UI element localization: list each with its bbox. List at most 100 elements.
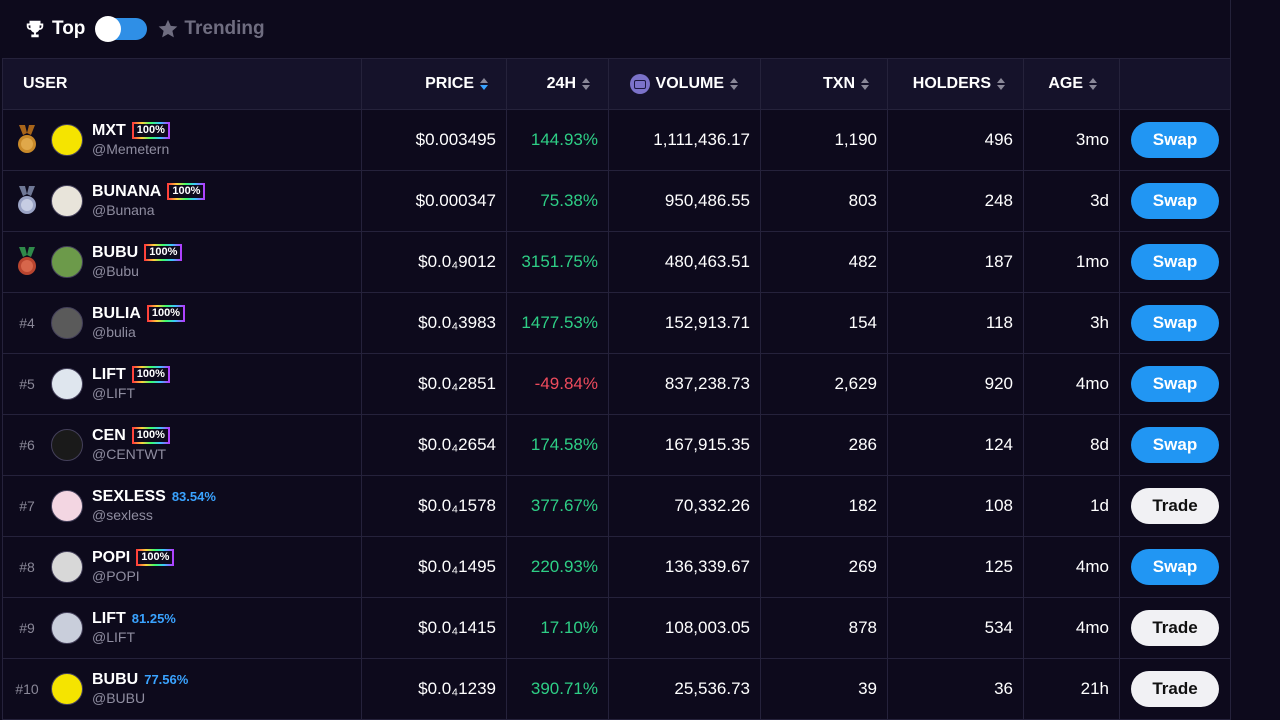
token-handle[interactable]: @sexless bbox=[92, 506, 216, 525]
age-cell: 1d bbox=[1023, 475, 1120, 537]
user-column-header[interactable]: USER bbox=[2, 58, 362, 110]
token-name[interactable]: SEXLESS bbox=[92, 487, 166, 506]
swap-button[interactable]: Swap bbox=[1131, 549, 1219, 585]
token-name[interactable]: POPI bbox=[92, 548, 130, 567]
progress-badge: 100% bbox=[167, 183, 206, 200]
volume-cell: 1,111,436.17 bbox=[608, 109, 761, 171]
holders-cell: 534 bbox=[887, 597, 1024, 659]
token-name[interactable]: BULIA bbox=[92, 304, 141, 323]
sort-icon bbox=[730, 78, 738, 90]
trade-button[interactable]: Trade bbox=[1131, 671, 1219, 707]
table-row[interactable]: #6 CEN 100% @CENTWT $0.0₄2654 174.58% 16… bbox=[2, 414, 1231, 476]
token-handle[interactable]: @Bunana bbox=[92, 201, 205, 220]
progress-badge: 100% bbox=[146, 305, 186, 322]
token-handle[interactable]: @POPI bbox=[92, 567, 174, 586]
volume-column-header[interactable]: VOLUME bbox=[608, 58, 761, 110]
progress-badge: 83.54% bbox=[171, 489, 216, 504]
table-row[interactable]: BUNANA 100% @Bunana $0.000347 75.38% 950… bbox=[2, 170, 1231, 232]
token-handle[interactable]: @CENTWT bbox=[92, 445, 170, 464]
token-handle[interactable]: @BUBU bbox=[92, 689, 188, 708]
table-row[interactable]: #7 SEXLESS 83.54% @sexless $0.0₄1578 377… bbox=[2, 475, 1231, 537]
user-cell: BUBU 100% @Bubu bbox=[2, 231, 362, 293]
swap-button[interactable]: Swap bbox=[1131, 427, 1219, 463]
top-trending-toggle[interactable] bbox=[95, 16, 148, 42]
avatar[interactable] bbox=[51, 368, 83, 400]
txn-cell: 803 bbox=[760, 170, 888, 232]
swap-button[interactable]: Swap bbox=[1131, 183, 1219, 219]
top-label: Top bbox=[52, 18, 86, 39]
price-cell: $0.0₄1239 bbox=[361, 658, 507, 720]
action-cell: Swap bbox=[1119, 231, 1231, 293]
sort-icon bbox=[1089, 78, 1097, 90]
sort-icon bbox=[997, 78, 1005, 90]
token-handle[interactable]: @bulia bbox=[92, 323, 185, 342]
token-name[interactable]: LIFT bbox=[92, 609, 126, 628]
token-name[interactable]: BUBU bbox=[92, 670, 138, 689]
progress-badge: 100% bbox=[131, 427, 170, 444]
table-row[interactable]: #4 BULIA 100% @bulia $0.0₄3983 1477.53% … bbox=[2, 292, 1231, 354]
price-cell: $0.0₄1495 bbox=[361, 536, 507, 598]
token-name[interactable]: BUNANA bbox=[92, 182, 161, 201]
volume-icon bbox=[629, 74, 650, 94]
star-icon bbox=[159, 19, 178, 38]
age-column-header[interactable]: AGE bbox=[1023, 58, 1120, 110]
user-cell: #4 BULIA 100% @bulia bbox=[2, 292, 362, 354]
swap-button[interactable]: Swap bbox=[1131, 366, 1219, 402]
rank-label: #4 bbox=[19, 315, 35, 331]
age-cell: 4mo bbox=[1023, 597, 1120, 659]
table-row[interactable]: MXT 100% @Memetern $0.003495 144.93% 1,1… bbox=[2, 109, 1231, 171]
price-cell: $0.003495 bbox=[361, 109, 507, 171]
token-handle[interactable]: @LIFT bbox=[92, 628, 176, 647]
token-name[interactable]: MXT bbox=[92, 121, 126, 140]
avatar[interactable] bbox=[51, 673, 83, 705]
holders-cell: 920 bbox=[887, 353, 1024, 415]
avatar[interactable] bbox=[51, 429, 83, 461]
table-row[interactable]: #8 POPI 100% @POPI $0.0₄1495 220.93% 136… bbox=[2, 536, 1231, 598]
swap-button[interactable]: Swap bbox=[1131, 122, 1219, 158]
user-cell: #9 LIFT 81.25% @LIFT bbox=[2, 597, 362, 659]
action-column-header bbox=[1119, 58, 1231, 110]
holders-column-header[interactable]: HOLDERS bbox=[887, 58, 1024, 110]
toggle-knob bbox=[95, 16, 122, 42]
table-row[interactable]: #9 LIFT 81.25% @LIFT $0.0₄1415 17.10% 10… bbox=[2, 597, 1231, 659]
progress-badge: 77.56% bbox=[144, 672, 189, 687]
token-handle[interactable]: @Memetern bbox=[92, 140, 170, 159]
24h-column-header[interactable]: 24H bbox=[506, 58, 609, 110]
trade-button[interactable]: Trade bbox=[1131, 610, 1219, 646]
user-cell: #5 LIFT 100% @LIFT bbox=[2, 353, 362, 415]
avatar[interactable] bbox=[51, 246, 83, 278]
trending-tab[interactable]: Trending bbox=[157, 18, 265, 40]
table-row[interactable]: #5 LIFT 100% @LIFT $0.0₄2851 -49.84% 837… bbox=[2, 353, 1231, 415]
avatar[interactable] bbox=[51, 124, 83, 156]
swap-button[interactable]: Swap bbox=[1131, 305, 1219, 341]
volume-cell: 108,003.05 bbox=[608, 597, 761, 659]
trade-button[interactable]: Trade bbox=[1131, 488, 1219, 524]
token-name[interactable]: BUBU bbox=[92, 243, 138, 262]
txn-cell: 1,190 bbox=[760, 109, 888, 171]
avatar[interactable] bbox=[51, 307, 83, 339]
token-handle[interactable]: @Bubu bbox=[92, 262, 182, 281]
user-cell: BUNANA 100% @Bunana bbox=[2, 170, 362, 232]
swap-button[interactable]: Swap bbox=[1131, 244, 1219, 280]
txn-cell: 878 bbox=[760, 597, 888, 659]
top-tab[interactable]: Top bbox=[24, 18, 85, 40]
avatar[interactable] bbox=[51, 185, 83, 217]
token-name[interactable]: LIFT bbox=[92, 365, 126, 384]
price-column-header[interactable]: PRICE bbox=[361, 58, 507, 110]
sort-icon bbox=[480, 78, 488, 90]
age-cell: 3mo bbox=[1023, 109, 1120, 171]
avatar[interactable] bbox=[51, 490, 83, 522]
token-name[interactable]: CEN bbox=[92, 426, 126, 445]
holders-cell: 496 bbox=[887, 109, 1024, 171]
token-handle[interactable]: @LIFT bbox=[92, 384, 170, 403]
txn-cell: 39 bbox=[760, 658, 888, 720]
txn-column-header[interactable]: TXN bbox=[760, 58, 888, 110]
holders-cell: 125 bbox=[887, 536, 1024, 598]
table-row[interactable]: BUBU 100% @Bubu $0.0₄9012 3151.75% 480,4… bbox=[2, 231, 1231, 293]
table-row[interactable]: #10 BUBU 77.56% @BUBU $0.0₄1239 390.71% … bbox=[2, 658, 1231, 720]
avatar[interactable] bbox=[51, 551, 83, 583]
leaderboard-panel: Top Trending USER PRICE 24H VOLUME TXN H… bbox=[0, 0, 1231, 720]
avatar[interactable] bbox=[51, 612, 83, 644]
volume-cell: 950,486.55 bbox=[608, 170, 761, 232]
sort-icon bbox=[582, 78, 590, 90]
